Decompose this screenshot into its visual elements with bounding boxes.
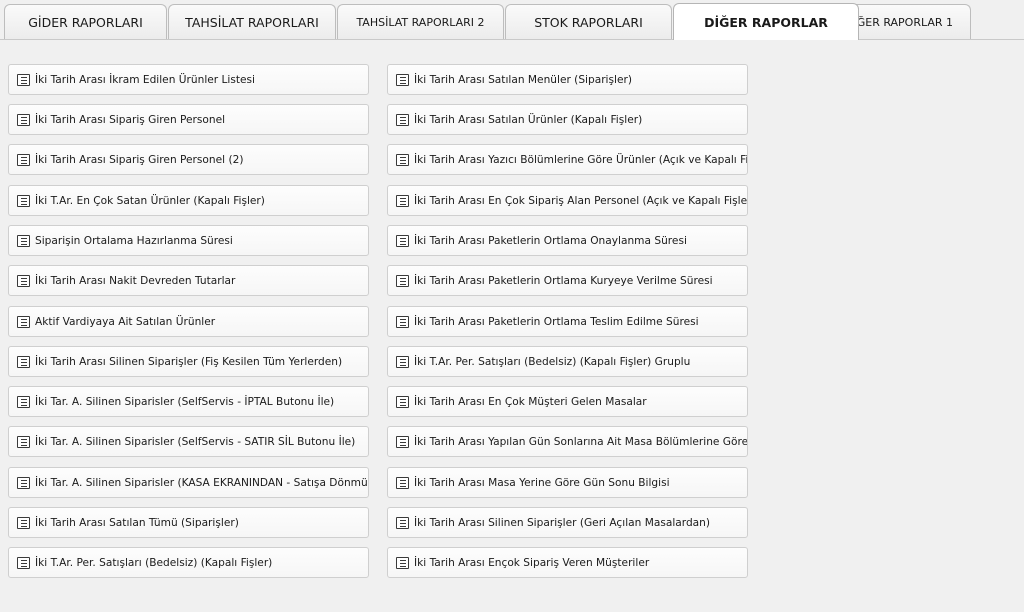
report-button[interactable]: İki T.Ar. Per. Satışları (Bedelsiz) (Kap… bbox=[387, 346, 748, 377]
report-list-icon bbox=[17, 435, 30, 448]
report-label: İki Tarih Arası Masa Yerine Göre Gün Son… bbox=[414, 476, 670, 489]
report-button[interactable]: İki Tarih Arası Nakit Devreden Tutarlar bbox=[8, 265, 369, 296]
report-button[interactable]: İki Tarih Arası Sipariş Giren Personel (… bbox=[8, 144, 369, 175]
report-list-icon bbox=[17, 234, 30, 247]
report-tab-bar: GİDER RAPORLARI TAHSİLAT RAPORLARI TAHSİ… bbox=[0, 0, 1024, 40]
tab-gider-raporlari[interactable]: GİDER RAPORLARI bbox=[4, 4, 167, 39]
report-label: İki Tarih Arası Paketlerin Ortlama Tesli… bbox=[414, 315, 699, 328]
report-label: İki Tarih Arası Satılan Menüler (Sipariş… bbox=[414, 73, 632, 86]
report-button[interactable]: İki Tar. A. Silinen Siparisler (SelfServ… bbox=[8, 426, 369, 457]
report-list-icon bbox=[396, 153, 409, 166]
report-button[interactable]: İki Tarih Arası Satılan Tümü (Siparişler… bbox=[8, 507, 369, 538]
tab-tahsilat-raporlari[interactable]: TAHSİLAT RAPORLARI bbox=[168, 4, 336, 39]
report-label: İki Tarih Arası Ençok Sipariş Veren Müşt… bbox=[414, 556, 650, 569]
report-label: İki Tarih Arası İkram Edilen Ürünler Lis… bbox=[35, 73, 256, 86]
report-label: İki Tarih Arası Sipariş Giren Personel (… bbox=[35, 153, 244, 166]
tab-label: TAHSİLAT RAPORLARI 2 bbox=[356, 15, 485, 29]
report-list-icon bbox=[17, 395, 30, 408]
report-label: İki Tar. A. Silinen Siparisler (SelfServ… bbox=[35, 435, 356, 448]
report-label: İki Tarih Arası Satılan Tümü (Siparişler… bbox=[35, 516, 239, 529]
report-list-icon bbox=[17, 355, 30, 368]
report-label: İki T.Ar. En Çok Satan Ürünler (Kapalı F… bbox=[35, 194, 265, 207]
report-list-icon bbox=[17, 516, 30, 529]
report-list-icon bbox=[396, 476, 409, 489]
report-button[interactable]: İki Tarih Arası Silinen Siparişler (Fiş … bbox=[8, 346, 369, 377]
report-button[interactable]: Siparişin Ortalama Hazırlanma Süresi bbox=[8, 225, 369, 256]
report-button[interactable]: İki Tarih Arası İkram Edilen Ürünler Lis… bbox=[8, 64, 369, 95]
report-list-icon bbox=[396, 194, 409, 207]
tab-label: GİDER RAPORLARI bbox=[28, 14, 143, 30]
tab-tahsilat-raporlari-2[interactable]: TAHSİLAT RAPORLARI 2 bbox=[337, 4, 504, 39]
report-button[interactable]: İki Tarih Arası Yazıcı Bölümlerine Göre … bbox=[387, 144, 748, 175]
report-label: Siparişin Ortalama Hazırlanma Süresi bbox=[35, 234, 233, 247]
report-list-icon bbox=[17, 194, 30, 207]
report-list-icon bbox=[396, 395, 409, 408]
report-label: İki Tarih Arası Silinen Siparişler (Geri… bbox=[414, 516, 711, 529]
report-list-icon bbox=[17, 476, 30, 489]
report-list-icon bbox=[396, 435, 409, 448]
report-button[interactable]: İki Tar. A. Silinen Siparisler (KASA EKR… bbox=[8, 467, 369, 498]
report-list-icon bbox=[396, 516, 409, 529]
tab-diger-raporlar[interactable]: DİĞER RAPORLAR bbox=[673, 3, 859, 40]
report-button[interactable]: İki Tar. A. Silinen Siparisler (SelfServ… bbox=[8, 386, 369, 417]
report-label: İki Tar. A. Silinen Siparisler (SelfServ… bbox=[35, 395, 335, 408]
report-list-icon bbox=[396, 556, 409, 569]
report-button[interactable]: İki Tarih Arası Paketlerin Ortlama Tesli… bbox=[387, 306, 748, 337]
report-list-icon bbox=[396, 315, 409, 328]
report-button[interactable]: İki Tarih Arası En Çok Müşteri Gelen Mas… bbox=[387, 386, 748, 417]
report-button[interactable]: İki Tarih Arası Sipariş Giren Personel bbox=[8, 104, 369, 135]
report-list-icon bbox=[396, 274, 409, 287]
report-list-icon bbox=[396, 73, 409, 86]
report-button[interactable]: İki Tarih Arası Ençok Sipariş Veren Müşt… bbox=[387, 547, 748, 578]
report-label: İki Tarih Arası Paketlerin Ortlama Kurye… bbox=[414, 274, 713, 287]
report-button[interactable]: İki Tarih Arası Satılan Ürünler (Kapalı … bbox=[387, 104, 748, 135]
report-list-icon bbox=[17, 73, 30, 86]
report-button[interactable]: İki Tarih Arası Paketlerin Ortlama Onayl… bbox=[387, 225, 748, 256]
report-label: İki Tarih Arası Sipariş Giren Personel bbox=[35, 113, 226, 126]
report-list-icon bbox=[396, 355, 409, 368]
report-list-icon bbox=[17, 556, 30, 569]
report-label: İki Tarih Arası En Çok Sipariş Alan Pers… bbox=[414, 194, 748, 207]
report-list-icon bbox=[17, 315, 30, 328]
report-label: İki Tarih Arası Satılan Ürünler (Kapalı … bbox=[414, 113, 643, 126]
report-label: İki Tarih Arası Silinen Siparişler (Fiş … bbox=[35, 355, 343, 368]
tab-label: DİĞER RAPORLAR 1 bbox=[850, 15, 954, 29]
report-label: İki Tar. A. Silinen Siparisler (KASA EKR… bbox=[35, 476, 369, 489]
report-label: İki Tarih Arası Nakit Devreden Tutarlar bbox=[35, 274, 236, 287]
report-label: İki Tarih Arası Yazıcı Bölümlerine Göre … bbox=[414, 153, 748, 166]
tab-diger-raporlar-1[interactable]: DİĞER RAPORLAR 1 bbox=[850, 4, 971, 39]
report-label: İki T.Ar. Per. Satışları (Bedelsiz) (Kap… bbox=[35, 556, 273, 569]
report-list-icon bbox=[396, 234, 409, 247]
report-button[interactable]: İki Tarih Arası Masa Yerine Göre Gün Son… bbox=[387, 467, 748, 498]
report-label: İki T.Ar. Per. Satışları (Bedelsiz) (Kap… bbox=[414, 355, 691, 368]
report-list-icon bbox=[17, 113, 30, 126]
report-label: İki Tarih Arası Yapılan Gün Sonlarına Ai… bbox=[414, 435, 748, 448]
report-button[interactable]: İki T.Ar. En Çok Satan Ürünler (Kapalı F… bbox=[8, 185, 369, 216]
report-label: İki Tarih Arası Paketlerin Ortlama Onayl… bbox=[414, 234, 687, 247]
report-button[interactable]: İki T.Ar. Per. Satışları (Bedelsiz) (Kap… bbox=[8, 547, 369, 578]
report-list-icon bbox=[17, 153, 30, 166]
tab-stok-raporlari[interactable]: STOK RAPORLARI bbox=[505, 4, 672, 39]
report-label: İki Tarih Arası En Çok Müşteri Gelen Mas… bbox=[414, 395, 647, 408]
report-button[interactable]: İki Tarih Arası Silinen Siparişler (Geri… bbox=[387, 507, 748, 538]
tab-label: DİĞER RAPORLAR bbox=[704, 14, 828, 30]
tab-label: TAHSİLAT RAPORLARI bbox=[185, 14, 319, 30]
tab-label: STOK RAPORLARI bbox=[534, 14, 643, 30]
report-button[interactable]: İki Tarih Arası Yapılan Gün Sonlarına Ai… bbox=[387, 426, 748, 457]
report-button[interactable]: İki Tarih Arası Satılan Menüler (Sipariş… bbox=[387, 64, 748, 95]
report-button[interactable]: İki Tarih Arası En Çok Sipariş Alan Pers… bbox=[387, 185, 748, 216]
report-label: Aktif Vardiyaya Ait Satılan Ürünler bbox=[35, 315, 216, 328]
report-list-icon bbox=[17, 274, 30, 287]
report-button[interactable]: İki Tarih Arası Paketlerin Ortlama Kurye… bbox=[387, 265, 748, 296]
report-button[interactable]: Aktif Vardiyaya Ait Satılan Ürünler bbox=[8, 306, 369, 337]
report-list-icon bbox=[396, 113, 409, 126]
